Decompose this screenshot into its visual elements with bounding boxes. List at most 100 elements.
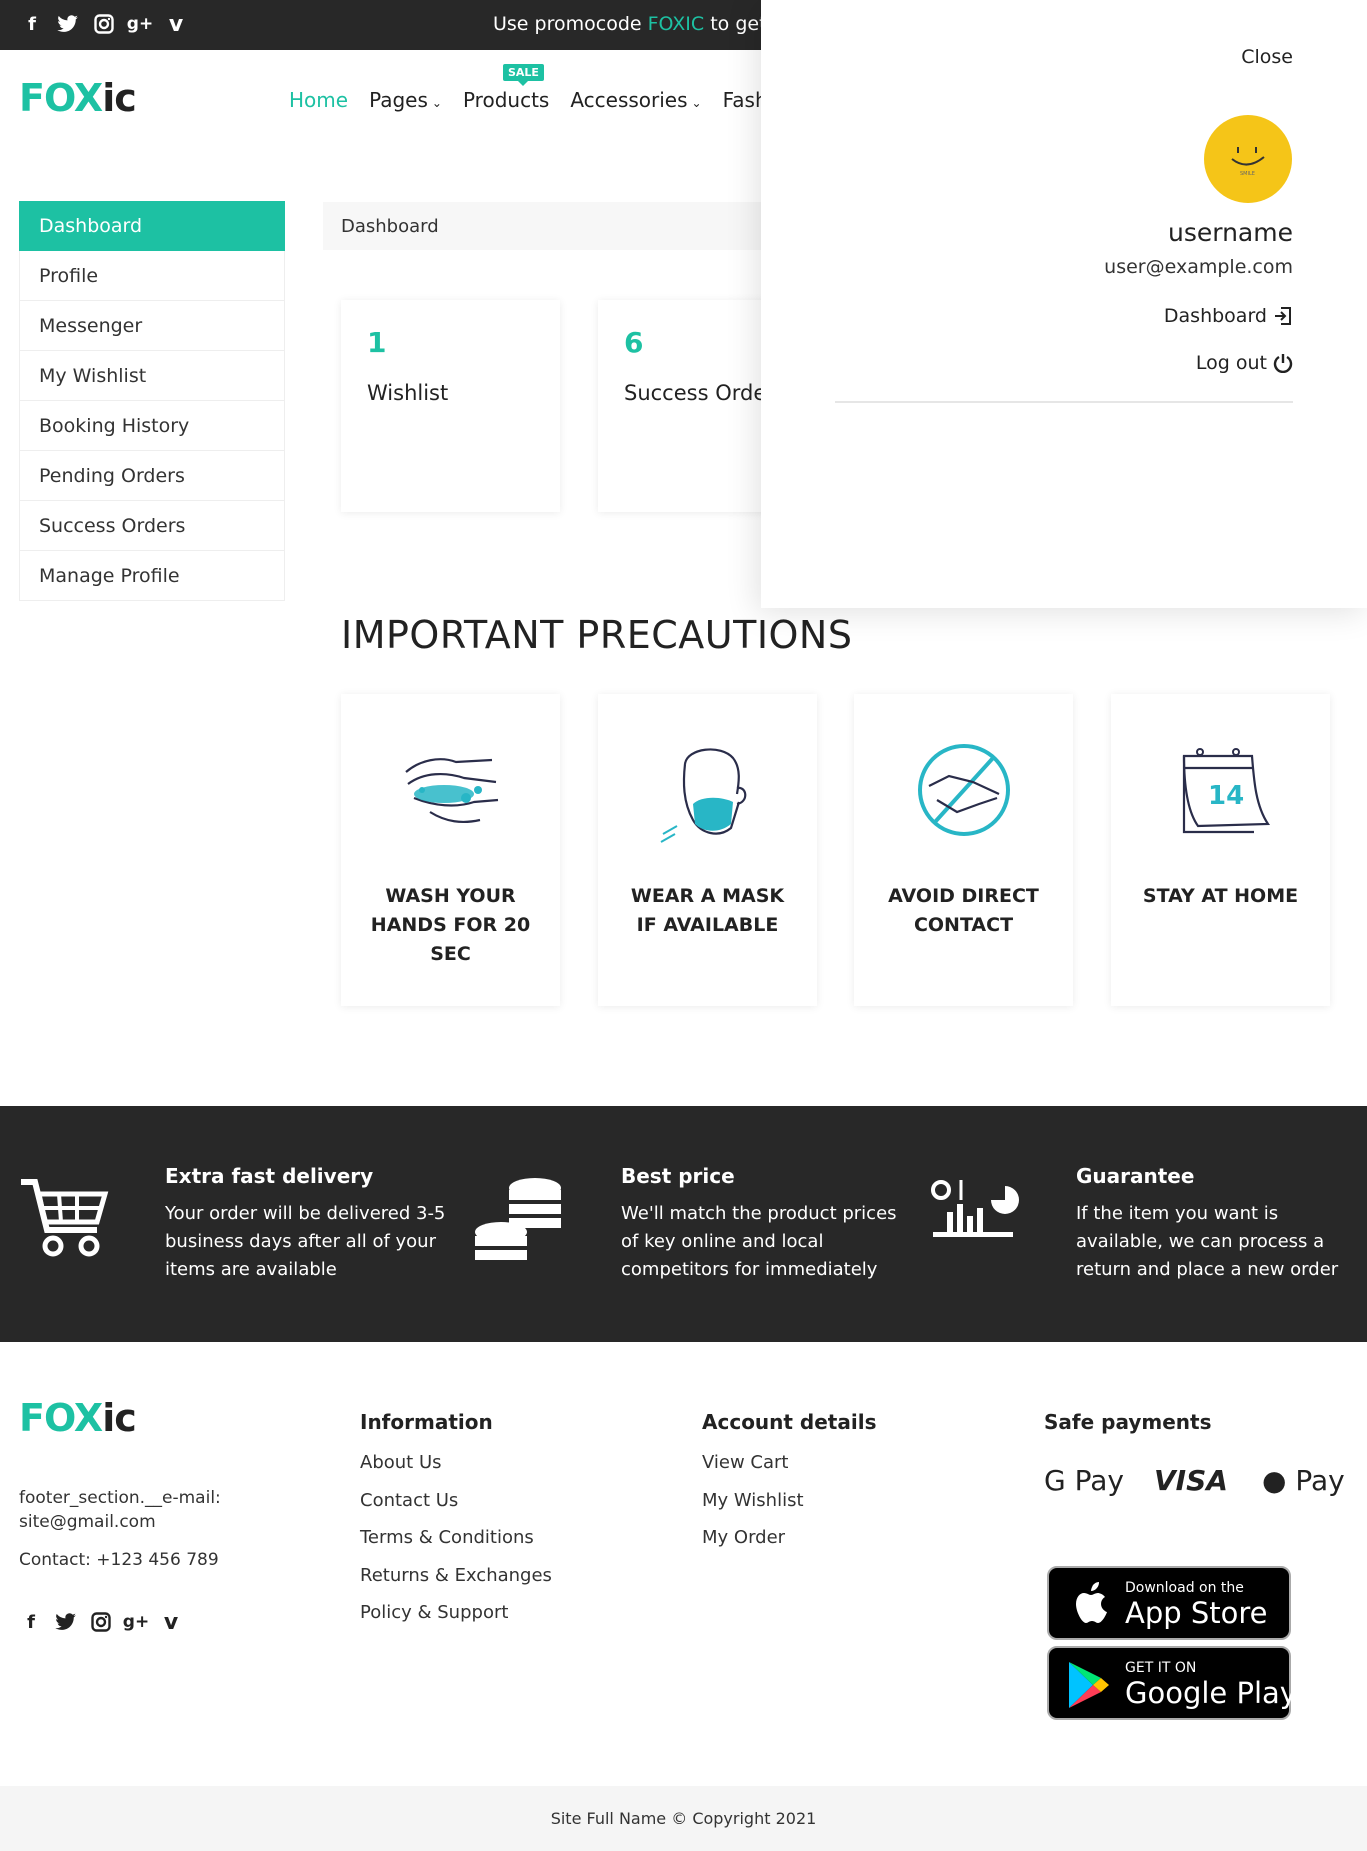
feature-title: Guarantee bbox=[1076, 1164, 1195, 1188]
precaution-text: AVOID DIRECT CONTACT bbox=[888, 885, 1039, 936]
nav-home[interactable]: Home bbox=[289, 88, 348, 112]
vimeo-icon[interactable]: v bbox=[159, 1610, 183, 1635]
dashboard-sidebar: Dashboard Profile Messenger My Wishlist … bbox=[19, 201, 285, 601]
google-play-button[interactable]: GET IT ON Google Play bbox=[1047, 1646, 1297, 1720]
footer-account: Account details View Cart My Wishlist My… bbox=[702, 1410, 876, 1565]
footer-link-policy[interactable]: Policy & Support bbox=[360, 1602, 552, 1640]
precaution-card: WASH YOUR HANDS FOR 20 SEC bbox=[341, 694, 560, 1006]
close-button[interactable]: Close bbox=[1241, 46, 1293, 68]
sidebar-item-pending-orders[interactable]: Pending Orders bbox=[19, 451, 285, 501]
google-play-small: GET IT ON bbox=[1125, 1660, 1197, 1676]
footer-information: Information About Us Contact Us Terms & … bbox=[360, 1410, 552, 1640]
app-store-big: App Store bbox=[1125, 1596, 1268, 1630]
facebook-icon[interactable]: f bbox=[19, 1610, 43, 1634]
panel-divider bbox=[835, 401, 1293, 403]
google-play-icon bbox=[1069, 1662, 1109, 1708]
footer-phone: Contact: +123 456 789 bbox=[19, 1550, 219, 1570]
hand-wash-icon bbox=[405, 758, 499, 823]
sale-badge: SALE bbox=[502, 64, 544, 86]
feature-text: We'll match the product prices of key on… bbox=[621, 1203, 897, 1280]
no-handshake-icon bbox=[918, 744, 1010, 836]
sidebar-item-success-orders[interactable]: Success Orders bbox=[19, 501, 285, 551]
stat-number: 1 bbox=[367, 326, 387, 359]
main-nav: Home Pages ⌄ SALE Products Accessories ⌄ Fa… bbox=[289, 64, 768, 112]
google-plus-icon[interactable]: g+ bbox=[127, 12, 153, 36]
feature-title: Best price bbox=[621, 1164, 735, 1188]
copyright: Site Full Name © Copyright 2021 bbox=[0, 1786, 1367, 1851]
precaution-text: STAY AT HOME bbox=[1142, 885, 1299, 907]
stat-card-wishlist[interactable]: 1 Wishlist bbox=[341, 300, 560, 512]
footer-payments: Safe payments bbox=[1044, 1410, 1211, 1452]
sidebar-item-profile[interactable]: Profile bbox=[19, 251, 285, 301]
user-panel: Close SMILE username user@example.com Da… bbox=[761, 0, 1367, 608]
app-store-button[interactable]: Download on the App Store bbox=[1047, 1566, 1291, 1640]
footer-logo[interactable]: FOXic bbox=[19, 1396, 137, 1440]
facebook-icon[interactable]: f bbox=[20, 12, 44, 36]
sign-in-icon bbox=[1275, 307, 1291, 325]
footer-link-contact[interactable]: Contact Us bbox=[360, 1490, 552, 1528]
features-band: Extra fast delivery Your order will be d… bbox=[0, 1106, 1367, 1342]
nav-accessories[interactable]: Accessories ⌄ bbox=[570, 88, 701, 112]
footer-social-links: f g+ v bbox=[19, 1610, 183, 1635]
analytics-icon bbox=[931, 1180, 1019, 1237]
apple-icon: ● bbox=[1262, 1464, 1287, 1497]
app-store-small: Download on the bbox=[1125, 1580, 1244, 1596]
svg-text:SMILE: SMILE bbox=[1240, 171, 1255, 177]
precaution-card: 14 STAY AT HOME bbox=[1111, 694, 1330, 1006]
panel-logout-link[interactable]: Log out bbox=[1196, 352, 1293, 374]
username: username bbox=[1168, 218, 1293, 247]
promo-text: Use promocode FOXIC to get 1 bbox=[493, 13, 785, 35]
instagram-icon[interactable] bbox=[92, 12, 116, 36]
coins-icon bbox=[475, 1178, 561, 1260]
sidebar-item-dashboard[interactable]: Dashboard bbox=[19, 201, 285, 251]
chevron-down-icon: ⌄ bbox=[691, 96, 702, 110]
nav-pages[interactable]: Pages ⌄ bbox=[369, 88, 442, 112]
power-icon bbox=[1273, 354, 1293, 373]
footer-link-my-order[interactable]: My Order bbox=[702, 1527, 876, 1565]
footer-link-terms[interactable]: Terms & Conditions bbox=[360, 1527, 552, 1565]
feature-title: Extra fast delivery bbox=[165, 1164, 374, 1188]
panel-dashboard-link[interactable]: Dashboard bbox=[1164, 305, 1293, 327]
feature-text: Your order will be delivered 3-5 busines… bbox=[165, 1203, 446, 1280]
cart-icon bbox=[21, 1179, 109, 1257]
nav-products[interactable]: SALE Products bbox=[463, 64, 549, 112]
avatar: SMILE bbox=[1204, 115, 1292, 203]
feature-text: If the item you want is available, we ca… bbox=[1076, 1203, 1339, 1280]
footer-link-about[interactable]: About Us bbox=[360, 1452, 552, 1490]
footer-column-title: Safe payments bbox=[1044, 1410, 1212, 1434]
footer-email: footer_section.__e-mail: site@gmail.com bbox=[19, 1488, 221, 1532]
sidebar-item-booking-history[interactable]: Booking History bbox=[19, 401, 285, 451]
chevron-down-icon: ⌄ bbox=[431, 96, 442, 110]
user-email: user@example.com bbox=[1104, 256, 1293, 278]
google-play-big: Google Play bbox=[1125, 1676, 1297, 1710]
twitter-icon[interactable] bbox=[54, 1610, 78, 1634]
google-plus-icon[interactable]: g+ bbox=[123, 1610, 149, 1634]
footer-link-returns[interactable]: Returns & Exchanges bbox=[360, 1565, 552, 1603]
sidebar-item-wishlist[interactable]: My Wishlist bbox=[19, 351, 285, 401]
sidebar-item-manage-profile[interactable]: Manage Profile bbox=[19, 551, 285, 601]
footer-column-title: Information bbox=[360, 1410, 493, 1434]
precaution-text: WEAR A MASK IF AVAILABLE bbox=[630, 885, 785, 936]
footer-link-view-cart[interactable]: View Cart bbox=[702, 1452, 876, 1490]
calendar-icon: 14 bbox=[1182, 748, 1271, 834]
precaution-card: AVOID DIRECT CONTACT bbox=[854, 694, 1073, 1006]
apple-pay-logo: ● Pay bbox=[1262, 1464, 1345, 1497]
visa-logo: VISA bbox=[1154, 1464, 1228, 1497]
footer-contact: footer_section.__e-mail: site@gmail.com … bbox=[19, 1486, 249, 1572]
calendar-day: 14 bbox=[1208, 781, 1244, 811]
site-logo[interactable]: FOXic bbox=[19, 76, 137, 120]
precaution-card: WEAR A MASK IF AVAILABLE bbox=[598, 694, 817, 1006]
precautions-title: IMPORTANT PRECAUTIONS bbox=[341, 613, 853, 657]
precaution-text: WASH YOUR HANDS FOR 20 SEC bbox=[370, 885, 531, 965]
mask-icon bbox=[660, 748, 747, 843]
vimeo-icon[interactable]: v bbox=[164, 12, 188, 37]
smiley-icon: SMILE bbox=[1231, 147, 1265, 177]
footer-column-title: Account details bbox=[702, 1410, 877, 1434]
promo-code: FOXIC bbox=[647, 13, 705, 35]
stat-label: Wishlist bbox=[367, 381, 449, 405]
apple-icon bbox=[1076, 1582, 1107, 1623]
footer-link-wishlist[interactable]: My Wishlist bbox=[702, 1490, 876, 1528]
instagram-icon[interactable] bbox=[89, 1610, 113, 1634]
twitter-icon[interactable] bbox=[56, 12, 80, 36]
sidebar-item-messenger[interactable]: Messenger bbox=[19, 301, 285, 351]
